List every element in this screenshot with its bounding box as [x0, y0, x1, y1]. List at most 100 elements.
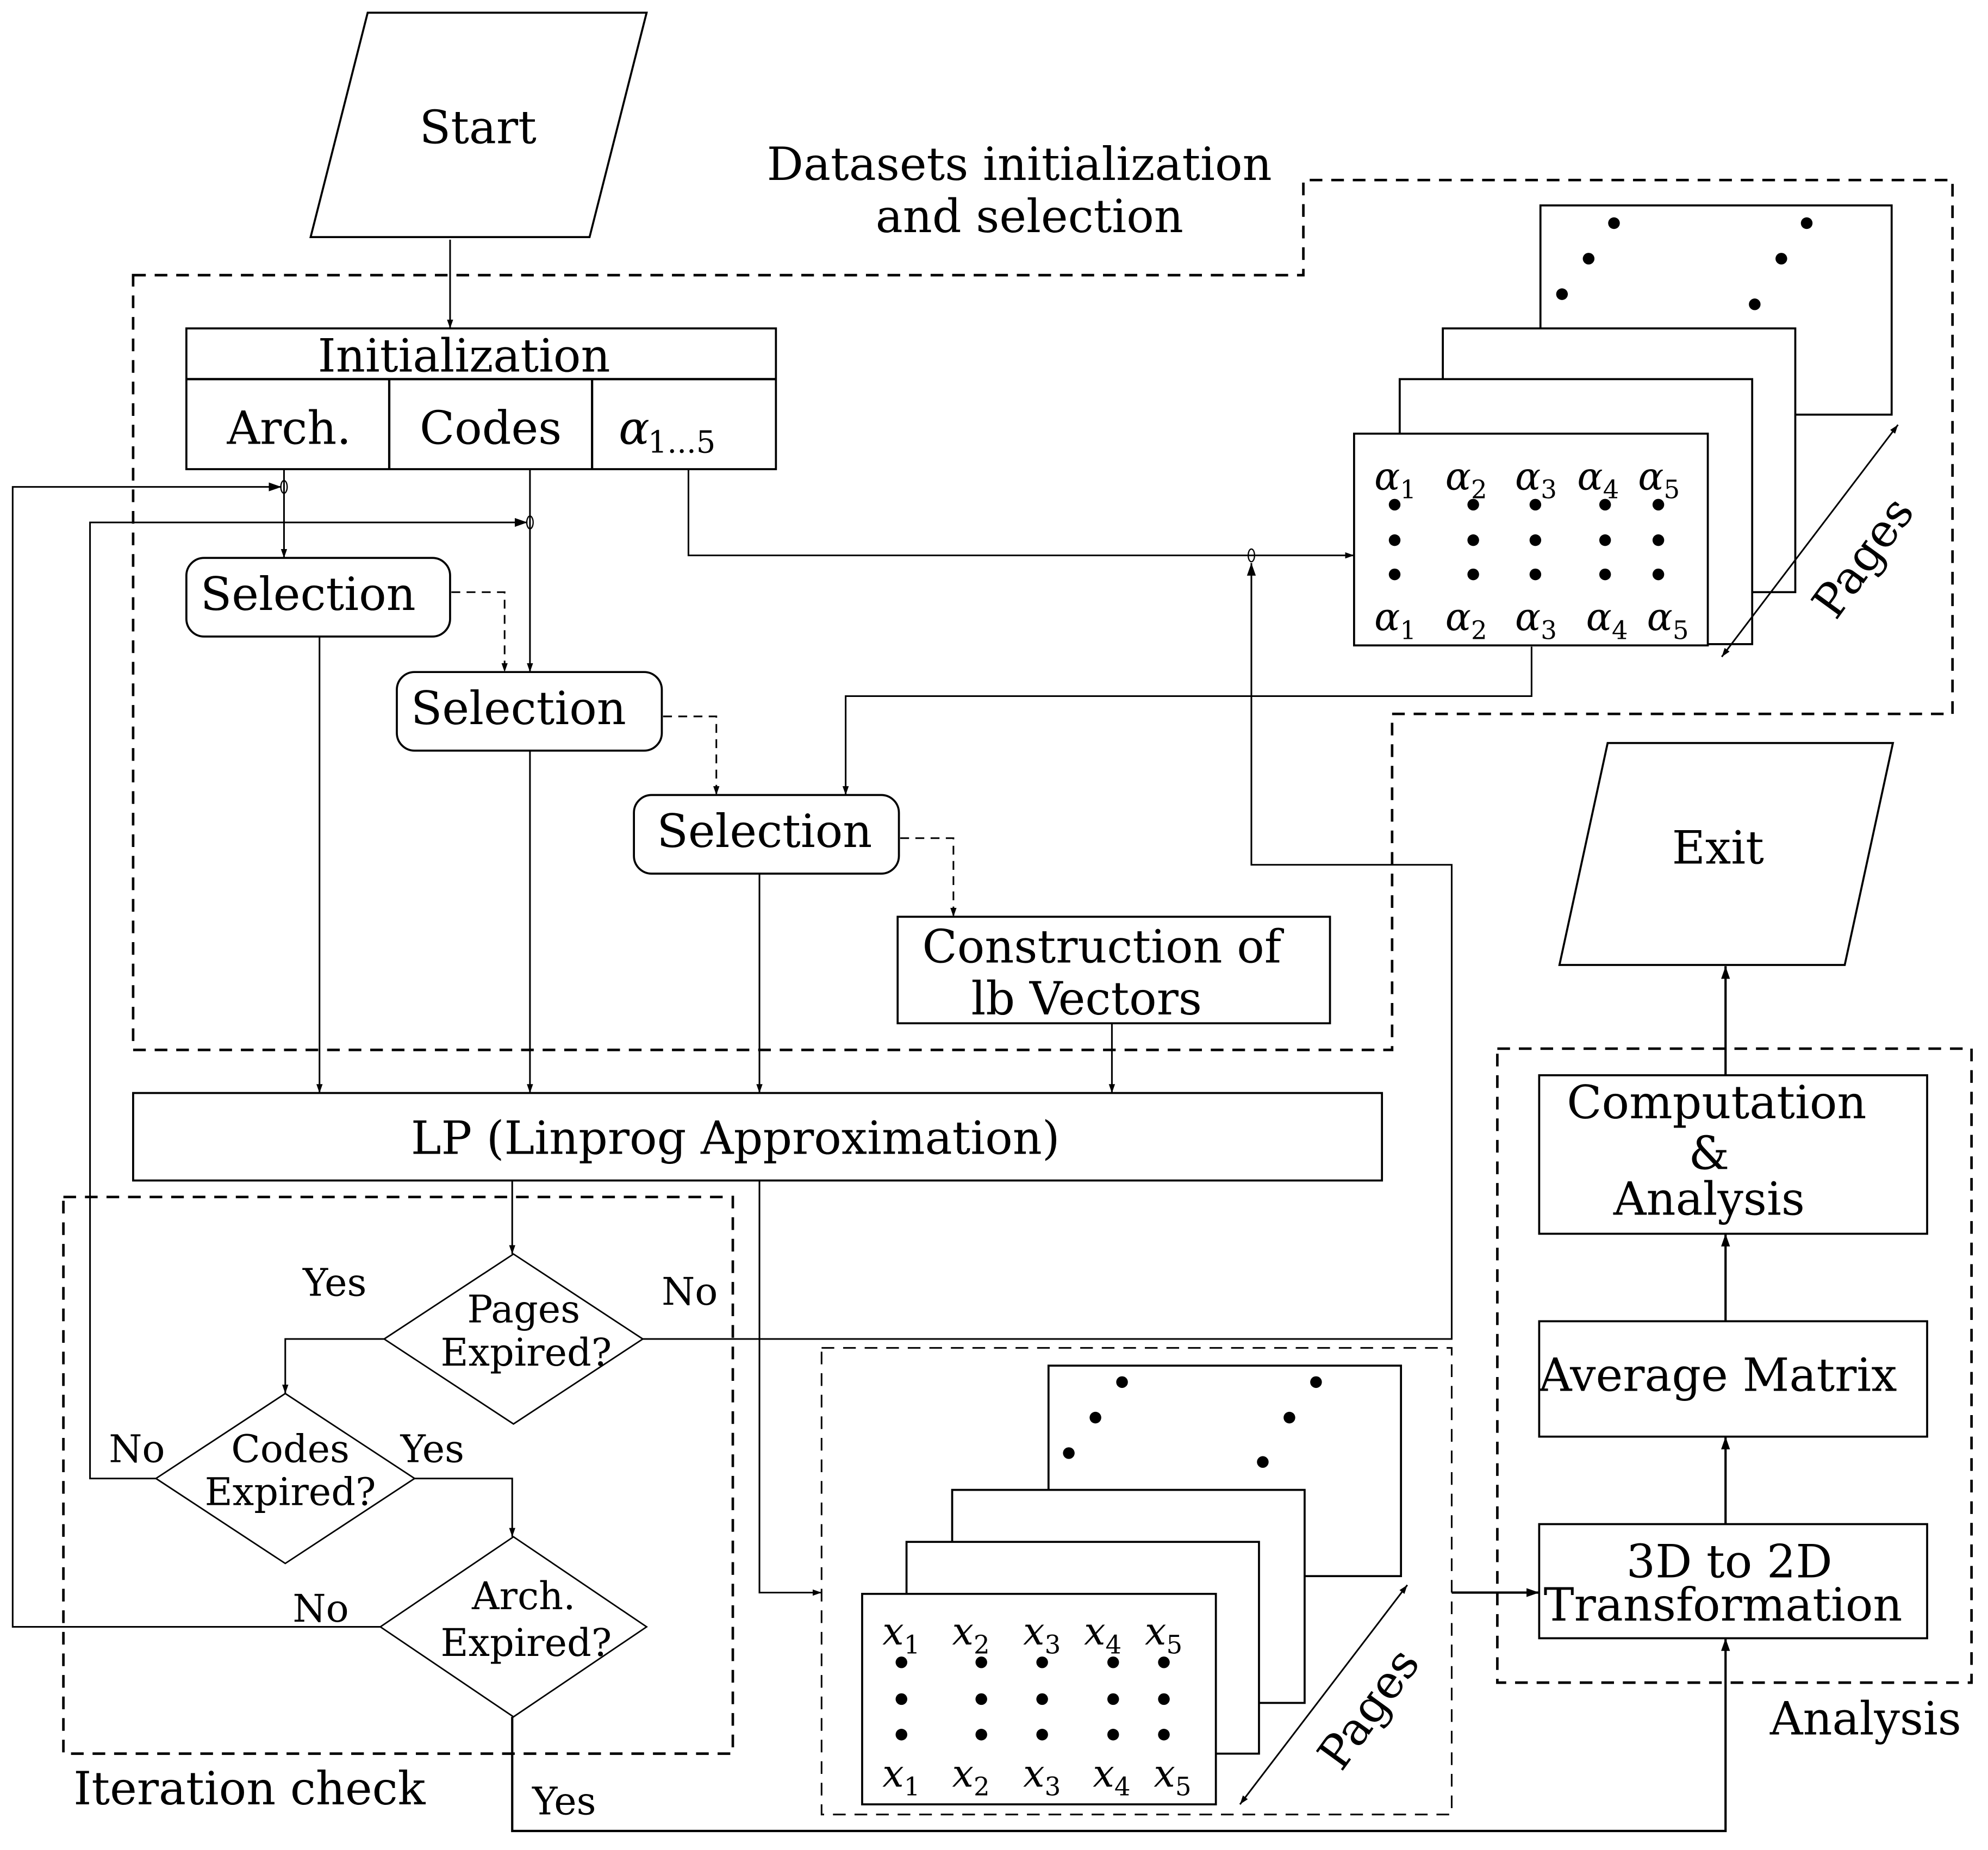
- iteration-check-title: Iteration check: [73, 1762, 426, 1815]
- x-matrix-dot: [895, 1729, 907, 1741]
- alpha-matrix-dot: [1529, 499, 1542, 511]
- alpha-back-page-dot: [1608, 217, 1620, 229]
- alpha-back-page-dot: [1800, 217, 1813, 229]
- pages-diamond-line1: Pages: [467, 1287, 580, 1332]
- selection2-to-selection3-dashed: [663, 715, 720, 795]
- selection3-to-construction-dashed: [900, 837, 957, 917]
- alpha-matrix-dot: [1652, 568, 1665, 581]
- x-matrix-dot: [1107, 1693, 1119, 1705]
- flowchart-canvas: Datasets initialization and selection It…: [0, 0, 1988, 1850]
- lp-label: LP (Linprog Approximation): [411, 1111, 1060, 1164]
- lp-to-x-pages-arrow: [758, 1180, 822, 1596]
- alpha-matrix-dot: [1467, 568, 1479, 581]
- alpha-to-pages-arrow: [687, 469, 1354, 559]
- x-matrix-dot: [1158, 1729, 1170, 1741]
- alpha-matrix-dot: [1652, 534, 1665, 546]
- codes-no-label: No: [109, 1427, 165, 1471]
- x-back-page-dot: [1063, 1447, 1075, 1459]
- x-matrix-dot: [1036, 1656, 1048, 1668]
- selection1-to-selection2-dashed: [451, 591, 508, 672]
- x-matrix-dot: [975, 1693, 987, 1705]
- codes-diamond-line2: Expired?: [205, 1470, 376, 1515]
- construction-line1: Construction of: [923, 920, 1285, 973]
- x-matrix-dot: [895, 1693, 907, 1705]
- computation-analysis-box[interactable]: Computation & Analysis: [1538, 1074, 1928, 1235]
- computation-line3: Analysis: [1613, 1172, 1805, 1225]
- initialization-table: Initialization Arch. Codes α 1...5: [185, 327, 777, 470]
- selection-box-3[interactable]: Selection: [633, 794, 900, 875]
- alpha-matrix-dot: [1599, 568, 1611, 581]
- transform-line2: Transformation: [1544, 1578, 1903, 1631]
- computation-line1: Computation: [1567, 1076, 1866, 1129]
- alpha-back-page-dot: [1582, 253, 1595, 265]
- pages-no-label: No: [662, 1269, 718, 1314]
- x-pages-axis-label: Pages: [1307, 1638, 1430, 1779]
- start-terminal[interactable]: Start: [309, 11, 648, 239]
- arch-diamond-line1: Arch.: [471, 1574, 575, 1618]
- x-matrix-dot: [975, 1656, 987, 1668]
- x-matrix-dot: [895, 1656, 907, 1668]
- alpha-matrix-dot: [1599, 499, 1611, 511]
- alpha-matrix-dot: [1467, 499, 1479, 511]
- pages-diamond-line2: Expired?: [440, 1330, 612, 1375]
- x-back-page-dot: [1283, 1411, 1295, 1424]
- init-cell-arch: Arch.: [226, 401, 351, 454]
- x-back-page-dot: [1089, 1411, 1101, 1424]
- pages-expired-decision[interactable]: Pages Expired?: [383, 1253, 645, 1425]
- pages-yes-to-codes-arrow: [282, 1338, 384, 1394]
- x-back-page-dot: [1116, 1376, 1128, 1388]
- average-matrix-box[interactable]: Average Matrix: [1538, 1320, 1928, 1438]
- exit-terminal[interactable]: Exit: [1558, 742, 1894, 966]
- arch-yes-label: Yes: [532, 1779, 596, 1824]
- alpha-matrix-dot: [1388, 534, 1401, 546]
- datasets-group-title-line2: and selection: [876, 190, 1183, 243]
- average-matrix-label: Average Matrix: [1538, 1349, 1897, 1402]
- codes-yes-label: Yes: [400, 1427, 464, 1471]
- construction-lb-vectors-box[interactable]: Construction of lb Vectors: [896, 915, 1331, 1025]
- alpha-back-page-dot: [1749, 298, 1761, 310]
- codes-yes-to-arch-arrow: [414, 1478, 515, 1537]
- init-cell-codes: Codes: [420, 401, 562, 454]
- x-matrix-dot: [1036, 1729, 1048, 1741]
- alpha-matrix-dot: [1388, 499, 1401, 511]
- transform-3d-2d-box[interactable]: 3D to 2D Transformation: [1538, 1523, 1928, 1640]
- alpha-matrix-dot: [1388, 568, 1401, 581]
- alpha-pages-axis-label: Pages: [1802, 487, 1924, 627]
- selection-box-1[interactable]: Selection: [185, 557, 451, 638]
- lp-linprog-box[interactable]: LP (Linprog Approximation): [132, 1092, 1384, 1182]
- alpha-pages-stack: [1353, 204, 1893, 647]
- selection-1-label: Selection: [201, 568, 416, 621]
- alpha-back-page-dot: [1775, 253, 1787, 265]
- x-matrix-dot: [1158, 1656, 1170, 1668]
- arch-diamond-line2: Expired?: [440, 1621, 612, 1665]
- codes-expired-decision[interactable]: Codes Expired?: [154, 1392, 416, 1565]
- analysis-group-title: Analysis: [1769, 1692, 1961, 1746]
- svg-text:α: α: [619, 401, 650, 454]
- start-label: Start: [420, 101, 537, 154]
- selection-3-label: Selection: [657, 805, 872, 858]
- datasets-group-title-line1: Datasets initialization: [767, 138, 1272, 191]
- alpha-pages-to-selection3-arrow: [842, 646, 1532, 795]
- x-matrix-dot: [1036, 1693, 1048, 1705]
- x-matrix-dot: [1107, 1729, 1119, 1741]
- x-matrix-dot: [1158, 1693, 1170, 1705]
- alpha-matrix-dot: [1529, 568, 1542, 581]
- selection-box-2[interactable]: Selection: [396, 671, 663, 752]
- alpha-back-page-dot: [1556, 288, 1568, 300]
- x-matrix-dot: [1107, 1656, 1119, 1668]
- pages-yes-label: Yes: [302, 1261, 366, 1305]
- x-back-page-dot: [1310, 1376, 1322, 1388]
- flowchart-diagram: Datasets initialization and selection It…: [11, 11, 1973, 1833]
- alpha-matrix-dot: [1652, 499, 1665, 511]
- alpha-matrix-dot: [1529, 534, 1542, 546]
- initialization-header: Initialization: [318, 329, 610, 382]
- x-back-page-dot: [1257, 1456, 1269, 1468]
- construction-line2: lb Vectors: [971, 972, 1202, 1025]
- arch-no-label: No: [292, 1586, 348, 1631]
- x-matrix-dot: [975, 1729, 987, 1741]
- alpha-matrix-dot: [1467, 534, 1479, 546]
- selection-2-label: Selection: [411, 682, 626, 735]
- arch-expired-decision[interactable]: Arch. Expired?: [379, 1536, 648, 1718]
- exit-label: Exit: [1672, 821, 1764, 874]
- svg-text:1...5: 1...5: [648, 425, 716, 460]
